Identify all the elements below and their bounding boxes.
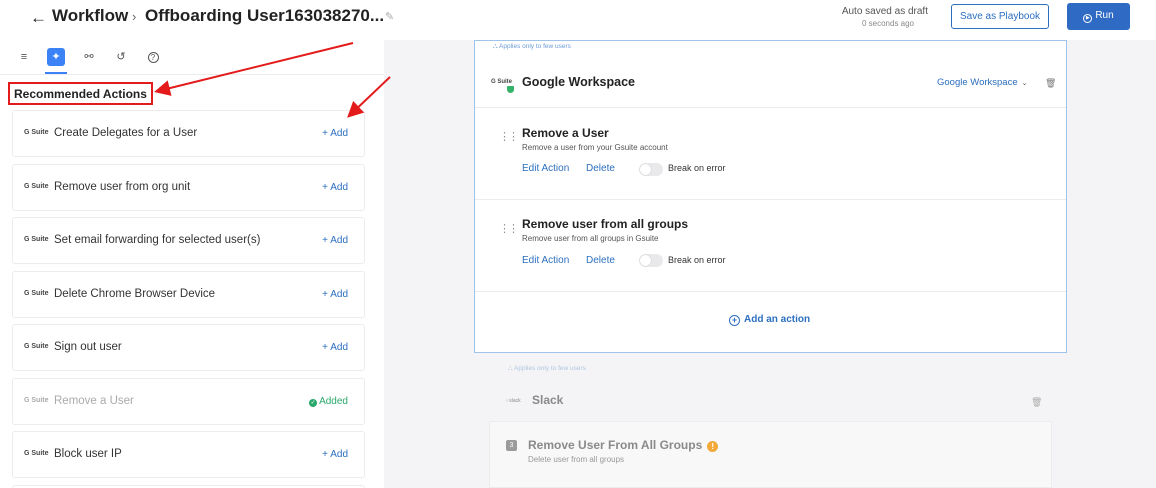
- gsuite-logo-icon: G Suite: [24, 129, 49, 136]
- gsuite-logo-icon: G Suite: [24, 450, 49, 457]
- shield-icon: [507, 86, 514, 93]
- gsuite-logo-icon: G Suite: [24, 236, 49, 243]
- gsuite-logo-text: G Suite: [491, 79, 513, 85]
- step-number-badge: 3: [506, 440, 517, 451]
- save-as-playbook-button[interactable]: Save as Playbook: [951, 4, 1049, 29]
- slack-action-title-row: Remove User From All Groups!: [528, 438, 719, 452]
- chevron-down-icon: ⌄: [1021, 80, 1028, 87]
- autosave-status: Auto saved as draft 0 seconds ago: [818, 6, 928, 28]
- left-panel: ≡ ✦ ⚯ ↺ ? Recommended Actions G Suite Cr…: [0, 40, 384, 488]
- warning-icon: !: [707, 441, 719, 452]
- divider: [475, 107, 1066, 108]
- gsuite-logo-icon: G Suite: [491, 79, 514, 93]
- recommended-action-item[interactable]: G Suite Block user IP + Add: [12, 431, 365, 478]
- run-button[interactable]: ▶ Run: [1067, 3, 1130, 30]
- action-title: Remove user from all groups: [522, 217, 689, 231]
- arrow-left-icon[interactable]: ←: [30, 8, 47, 28]
- gsuite-logo-icon: G Suite: [24, 343, 49, 350]
- edit-action-link[interactable]: Edit Action: [522, 163, 569, 174]
- add-an-action-label: Add an action: [744, 314, 811, 325]
- action-subtitle: Delete user from all groups: [528, 455, 625, 464]
- slack-logo-text: slack: [509, 398, 521, 404]
- divider: [475, 199, 1066, 200]
- check-circle-icon: ✓: [309, 399, 318, 407]
- applies-note: ⛬ Applies only to few users: [493, 43, 571, 50]
- add-action-button[interactable]: + Add: [322, 342, 348, 353]
- google-workspace-block: ⛬ Applies only to few users G Suite Goog…: [474, 40, 1067, 353]
- pencil-icon[interactable]: ✎: [385, 10, 394, 23]
- workflow-canvas: ⛬ Applies only to few users G Suite Goog…: [384, 40, 1156, 488]
- gsuite-logo-icon: G Suite: [24, 397, 49, 404]
- gsuite-logo-icon: G Suite: [24, 290, 49, 297]
- breadcrumb-separator: ›: [132, 9, 137, 24]
- run-label: Run: [1095, 10, 1114, 21]
- active-tab-indicator: [45, 72, 67, 74]
- recommended-actions-heading: Recommended Actions: [8, 82, 153, 105]
- action-title: Remove User From All Groups: [528, 438, 703, 452]
- added-status: ✓ Added: [309, 396, 348, 407]
- recommended-action-item-added: G Suite Remove a User ✓ Added: [12, 378, 365, 425]
- trash-icon[interactable]: 🗑: [1031, 397, 1042, 408]
- applies-note-text: Applies only to few users: [499, 43, 571, 50]
- break-on-error-label: Break on error: [668, 163, 726, 173]
- link-icon[interactable]: ⚯: [80, 48, 98, 66]
- break-on-error-label: Break on error: [668, 255, 726, 265]
- action-label: Sign out user: [54, 341, 122, 353]
- break-on-error-toggle[interactable]: [639, 254, 663, 267]
- gsuite-logo-icon: G Suite: [24, 183, 49, 190]
- divider: [475, 291, 1066, 292]
- add-action-button[interactable]: + Add: [322, 235, 348, 246]
- slack-logo-icon: ⁘slack: [505, 398, 521, 404]
- applies-note-text: Applies only to few users: [514, 365, 586, 372]
- autosave-time: 0 seconds ago: [861, 19, 915, 28]
- action-label: Delete Chrome Browser Device: [54, 288, 216, 300]
- trash-icon[interactable]: 🗑: [1045, 78, 1056, 89]
- recommended-action-item[interactable]: G Suite Delete Chrome Browser Device + A…: [12, 271, 365, 318]
- slack-action-card[interactable]: 3 Remove User From All Groups! Delete us…: [489, 421, 1052, 488]
- play-circle-icon: ▶: [1083, 14, 1093, 23]
- app-selector-value: Google Workspace: [937, 77, 1018, 88]
- add-action-button[interactable]: + Add: [322, 182, 348, 193]
- applies-note: ⛬ Applies only to few users: [508, 365, 586, 372]
- action-label: Remove a User: [54, 395, 134, 407]
- add-action-button[interactable]: + Add: [322, 128, 348, 139]
- help-icon[interactable]: ?: [144, 48, 162, 66]
- autosave-label: Auto saved as draft: [841, 6, 928, 17]
- slack-block-title: Slack: [532, 393, 564, 407]
- drag-handle-icon[interactable]: ⋮⋮: [499, 132, 519, 143]
- drag-handle-icon[interactable]: ⋮⋮: [499, 224, 519, 235]
- added-label: Added: [319, 396, 348, 407]
- action-label: Set email forwarding for selected user(s…: [54, 234, 261, 246]
- action-subtitle: Remove user from all groups in Gsuite: [522, 234, 659, 243]
- action-title: Remove a User: [522, 126, 609, 140]
- recommended-action-item[interactable]: G Suite Create Delegates for a User + Ad…: [12, 110, 365, 157]
- panel-tabs: ≡ ✦ ⚯ ↺ ?: [0, 40, 384, 75]
- app-selector[interactable]: Google Workspace ⌄: [937, 77, 1028, 88]
- action-label: Remove user from org unit: [54, 181, 191, 193]
- recommended-action-item[interactable]: G Suite Set email forwarding for selecte…: [12, 217, 365, 264]
- edit-action-link[interactable]: Edit Action: [522, 255, 569, 266]
- history-icon[interactable]: ↺: [112, 48, 130, 66]
- plus-circle-icon: +: [729, 315, 740, 326]
- add-action-button[interactable]: + Add: [322, 449, 348, 460]
- recommended-action-item[interactable]: G Suite Remove user from org unit + Add: [12, 164, 365, 211]
- add-action-button[interactable]: + Add: [322, 289, 348, 300]
- block-title: Google Workspace: [522, 75, 635, 89]
- recommended-action-item[interactable]: G Suite Sign out user + Add: [12, 324, 365, 371]
- action-subtitle: Remove a user from your Gsuite account: [522, 143, 668, 152]
- break-on-error-toggle[interactable]: [639, 163, 663, 176]
- delete-action-link[interactable]: Delete: [586, 163, 615, 174]
- breadcrumb-workflow[interactable]: Workflow: [52, 6, 128, 26]
- action-label: Create Delegates for a User: [54, 127, 198, 139]
- workflow-title: Offboarding User163038270...: [145, 6, 385, 25]
- top-header: ← Workflow › Offboarding User163038270..…: [0, 0, 1156, 40]
- sparkle-icon[interactable]: ✦: [47, 48, 65, 66]
- add-an-action-button[interactable]: + Add an action: [729, 314, 810, 326]
- action-label: Block user IP: [54, 448, 122, 460]
- list-icon[interactable]: ≡: [15, 48, 33, 66]
- delete-action-link[interactable]: Delete: [586, 255, 615, 266]
